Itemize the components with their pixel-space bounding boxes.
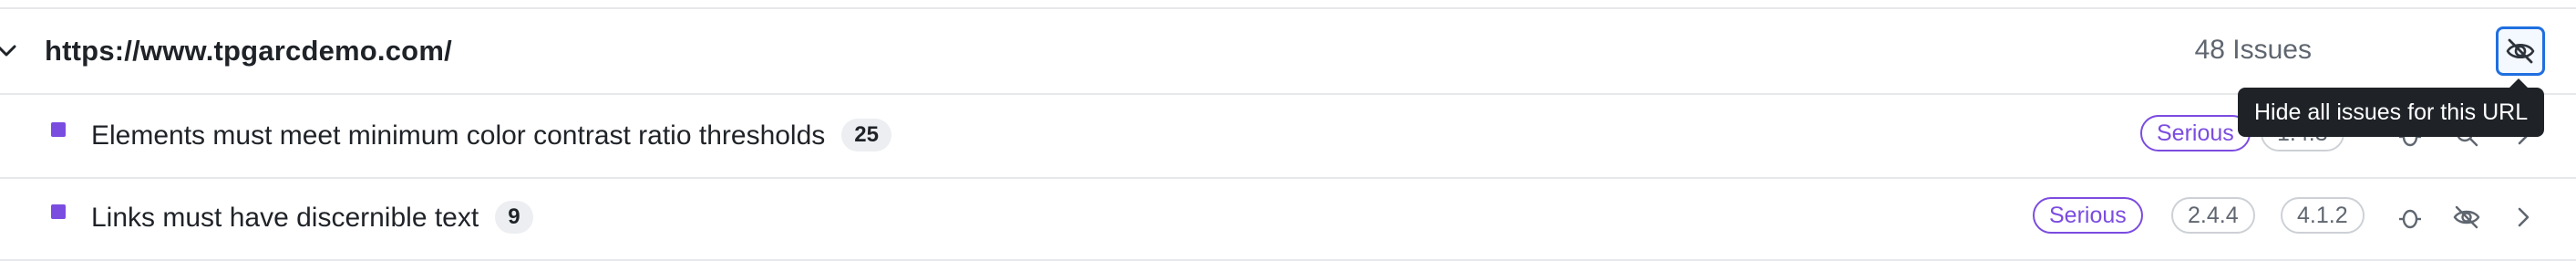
hide-all-issues-button[interactable] [2496,26,2545,76]
issues-count: 48 Issues [2194,35,2312,65]
url-row[interactable]: https://www.tpgarcdemo.com/ 48 Issues [0,7,2576,95]
eye-slash-icon[interactable] [2452,203,2481,232]
issue-count-badge: 9 [495,201,533,234]
severity-square-icon [51,204,66,219]
issue-count-badge: 25 [841,119,891,151]
chevron-down-icon[interactable] [0,38,18,62]
tooltip-hide-issues: Hide all issues for this URL [2238,78,2545,137]
issue-title: Elements must meet minimum color contras… [91,119,891,151]
issue-title-text: Elements must meet minimum color contras… [91,120,826,151]
issue-title-text: Links must have discernible text [91,203,479,233]
url-label: https://www.tpgarcdemo.com/ [45,35,452,67]
bug-icon[interactable] [2396,203,2425,232]
severity-badge: Serious [2033,197,2143,234]
severity-badge: Serious [2140,115,2251,151]
criterion-badge: 2.4.4 [2171,197,2255,234]
issue-row[interactable]: Links must have discernible text 9 Seriou… [0,177,2576,261]
eye-slash-icon [2506,38,2535,64]
chevron-right-icon[interactable] [2509,203,2538,232]
severity-square-icon [51,122,66,137]
issue-row[interactable]: Elements must meet minimum color contras… [0,95,2576,179]
issue-title: Links must have discernible text 9 [91,201,533,234]
criterion-badge: 4.1.2 [2281,197,2365,234]
